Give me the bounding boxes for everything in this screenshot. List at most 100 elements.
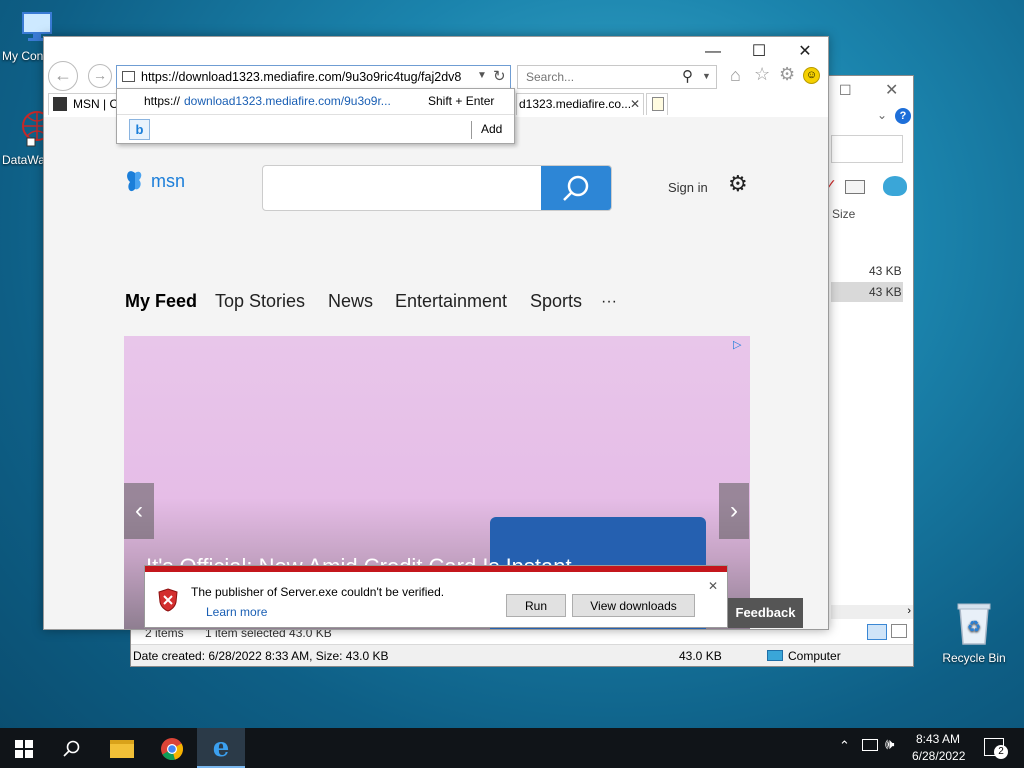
tab-sports[interactable]: Sports xyxy=(530,291,582,312)
suggestion-item[interactable]: https:// download1323.mediafire.com/9u3o… xyxy=(117,89,514,113)
new-tab-button[interactable] xyxy=(646,93,668,115)
notification-count-badge: 2 xyxy=(994,745,1008,759)
suggestion-shortcut: Shift + Enter xyxy=(428,94,495,108)
suggestion-prefix: https:// xyxy=(144,94,181,108)
ad-choices-icon[interactable]: ▷ xyxy=(733,338,741,351)
msn-favicon-icon xyxy=(53,97,67,111)
msn-logo-text: msn xyxy=(151,170,186,191)
tab-top-stories[interactable]: Top Stories xyxy=(215,291,305,312)
internet-explorer-icon: e xyxy=(212,733,230,763)
help-icon[interactable]: ? xyxy=(895,108,911,124)
large-icons-view-icon[interactable] xyxy=(891,624,907,638)
search-button[interactable] xyxy=(48,728,96,768)
view-downloads-button[interactable]: View downloads xyxy=(572,594,695,617)
dropdown-separator xyxy=(471,121,472,139)
clock-date[interactable]: 6/28/2022 xyxy=(912,749,965,763)
learn-more-link[interactable]: Learn more xyxy=(206,605,267,619)
search-input[interactable] xyxy=(524,69,674,85)
carousel-prev-button[interactable]: ‹ xyxy=(124,483,154,539)
run-button[interactable]: Run xyxy=(506,594,566,617)
tools-gear-icon[interactable]: ⚙ xyxy=(779,64,795,85)
address-suggestions-dropdown: https:// download1323.mediafire.com/9u3o… xyxy=(116,88,515,144)
shell-icon[interactable] xyxy=(883,176,907,196)
close-icon[interactable]: ✕ xyxy=(885,80,898,100)
chevron-down-icon[interactable]: ⌄ xyxy=(877,108,887,122)
msn-search-button[interactable] xyxy=(541,166,611,210)
tab-label: d1323.mediafire.co... xyxy=(519,97,632,111)
feedback-button[interactable]: Feedback xyxy=(728,598,803,628)
folder-icon xyxy=(110,740,134,759)
forward-button[interactable]: → xyxy=(88,64,112,88)
maximize-icon[interactable]: ☐ xyxy=(839,82,852,99)
tab-close-icon[interactable]: ✕ xyxy=(630,94,640,114)
details-view-icon[interactable] xyxy=(867,624,887,640)
search-icon xyxy=(563,175,589,201)
tab-label: MSN | O xyxy=(73,97,119,111)
new-tab-icon xyxy=(652,97,664,111)
close-icon[interactable]: ✕ xyxy=(708,579,718,593)
properties-icon[interactable] xyxy=(845,180,865,194)
bing-icon[interactable]: b xyxy=(129,119,150,140)
clock-time[interactable]: 8:43 AM xyxy=(916,732,960,746)
page-content: msn Sign in ⚙ My Feed Top Stories News E… xyxy=(44,117,828,629)
file-size-cell: 43 KB xyxy=(869,285,902,299)
msn-butterfly-icon xyxy=(127,171,142,192)
msn-search-box[interactable] xyxy=(262,165,612,211)
feedback-smiley-icon[interactable]: ☺ xyxy=(803,67,820,84)
network-icon[interactable] xyxy=(862,739,878,751)
taskbar: e ⌃ 🕪 8:43 AM 6/28/2022 2 xyxy=(0,728,1024,768)
maximize-button[interactable]: ☐ xyxy=(736,39,782,65)
home-icon[interactable]: ⌂ xyxy=(730,65,741,86)
back-arrow-icon: ← xyxy=(54,65,72,85)
tab-msn[interactable]: MSN | O xyxy=(48,93,120,115)
tab-mediafire[interactable]: d1323.mediafire.co... ✕ xyxy=(516,93,644,115)
search-dropdown-icon[interactable]: ▼ xyxy=(702,71,711,81)
address-dropdown-icon[interactable]: ▼ xyxy=(477,70,487,81)
taskbar-file-explorer[interactable] xyxy=(98,728,146,768)
search-box[interactable]: ⚲ ▼ xyxy=(517,65,717,89)
carousel-next-button[interactable]: › xyxy=(719,483,749,539)
suggestion-url: download1323.mediafire.com/9u3o9r... xyxy=(184,94,391,108)
recycle-bin-icon: ♻ xyxy=(957,603,991,645)
volume-icon[interactable]: 🕪 xyxy=(885,736,894,753)
address-text[interactable]: https://download1323.mediafire.com/9u3o9… xyxy=(141,70,461,84)
add-search-provider-button[interactable]: Add xyxy=(481,122,502,136)
details-location: Computer xyxy=(788,649,841,663)
horizontal-scrollbar[interactable]: › xyxy=(831,605,913,619)
tab-news[interactable]: News xyxy=(328,291,373,312)
search-icon[interactable]: ⚲ xyxy=(682,67,693,85)
forward-arrow-icon: → xyxy=(93,67,107,83)
details-text: Date created: 6/28/2022 8:33 AM, Size: 4… xyxy=(133,649,389,663)
page-icon xyxy=(122,71,135,82)
monitor-icon xyxy=(767,650,783,661)
close-button[interactable]: ✕ xyxy=(782,39,828,65)
start-button[interactable] xyxy=(0,728,48,768)
column-header-size[interactable]: Size xyxy=(832,207,855,221)
msn-logo[interactable]: msn xyxy=(124,169,185,195)
tab-entertainment[interactable]: Entertainment xyxy=(395,291,507,312)
action-center-button[interactable]: 2 xyxy=(984,738,1008,759)
explorer-search-box[interactable] xyxy=(831,135,903,163)
desktop-icon-label: Recycle Bin xyxy=(942,651,1006,665)
favorites-star-icon[interactable]: ☆ xyxy=(754,64,770,85)
minimize-button[interactable]: — xyxy=(690,39,736,65)
security-warning-stripe xyxy=(145,566,727,572)
svg-text:♻: ♻ xyxy=(967,619,981,636)
download-message: The publisher of Server.exe couldn't be … xyxy=(191,585,445,599)
download-notification-bar: The publisher of Server.exe couldn't be … xyxy=(144,565,728,628)
back-button[interactable]: ← xyxy=(48,61,78,91)
tab-my-feed[interactable]: My Feed xyxy=(125,291,197,312)
chrome-icon xyxy=(161,738,183,761)
show-hidden-icons-chevron[interactable]: ⌃ xyxy=(839,738,850,754)
settings-gear-icon[interactable]: ⚙ xyxy=(728,171,748,197)
refresh-icon[interactable]: ↻ xyxy=(493,67,506,85)
more-tabs-button[interactable]: ··· xyxy=(601,293,617,311)
selected-row[interactable]: 43 KB xyxy=(831,282,903,302)
taskbar-internet-explorer[interactable]: e xyxy=(197,728,245,768)
sign-in-link[interactable]: Sign in xyxy=(668,180,708,195)
dropdown-divider xyxy=(117,114,514,115)
desktop-icon-recycle-bin[interactable]: ♻ Recycle Bin xyxy=(939,600,1009,665)
address-bar[interactable]: https://download1323.mediafire.com/9u3o9… xyxy=(116,65,511,89)
scroll-right-arrow[interactable]: › xyxy=(907,605,911,617)
taskbar-chrome[interactable] xyxy=(148,728,196,768)
